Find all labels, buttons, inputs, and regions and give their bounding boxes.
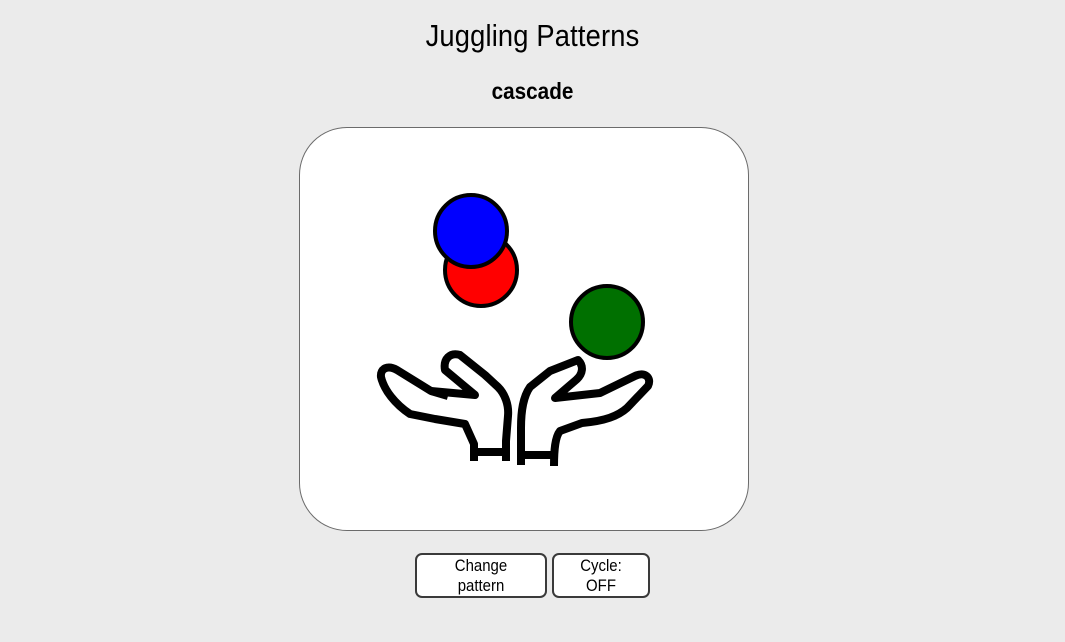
controls-bar: Change pattern Cycle: OFF — [0, 553, 1065, 598]
cycle-toggle-button[interactable]: Cycle: OFF — [552, 553, 650, 598]
juggling-stage — [299, 127, 749, 531]
page-title: Juggling Patterns — [425, 18, 640, 53]
juggling-animation — [376, 193, 654, 467]
change-pattern-label: Change pattern — [454, 555, 508, 595]
change-pattern-button[interactable]: Change pattern — [415, 553, 547, 598]
left-hand-icon — [376, 350, 513, 461]
pattern-name: cascade — [491, 78, 574, 104]
left-hand-thumb-line — [429, 387, 450, 400]
right-hand-icon — [517, 356, 654, 467]
cycle-label: Cycle: OFF — [580, 555, 622, 595]
green-ball — [569, 284, 645, 360]
juggling-hands-icon — [376, 350, 654, 467]
blue-ball — [433, 193, 509, 269]
app-page: Juggling Patterns cascade Change pattern… — [0, 0, 1065, 642]
